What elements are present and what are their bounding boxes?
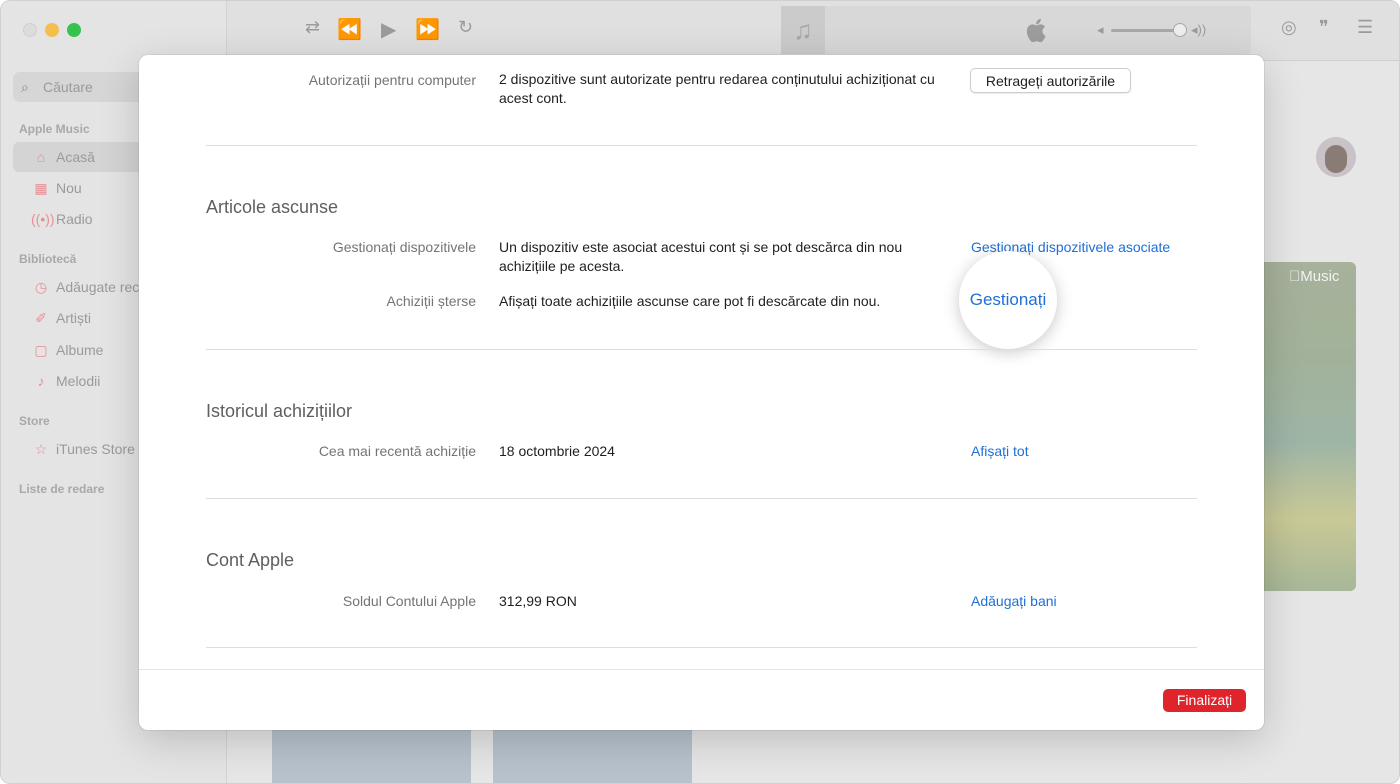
close-window-button[interactable] xyxy=(23,23,37,37)
account-info-dialog: Autorizații pentru computer 2 dispozitiv… xyxy=(139,55,1264,730)
sidebar-item-label: Acasă xyxy=(56,149,95,165)
apple-music-promo-card[interactable]: Music xyxy=(1263,262,1356,591)
sidebar-item-label: Artiști xyxy=(56,310,91,326)
play-icon[interactable]: ▶ xyxy=(381,17,396,42)
deleted-purchases-value: Afișați toate achizițiile ascunse care p… xyxy=(499,293,881,309)
deauthorize-all-button[interactable]: Retrageți autorizările xyxy=(970,68,1131,93)
recent-purchase-value: 18 octombrie 2024 xyxy=(499,443,615,459)
avatar-face xyxy=(1325,145,1347,173)
section-apple-music: Apple Music xyxy=(19,122,90,136)
queue-list-icon[interactable]: ☰ xyxy=(1357,17,1373,38)
recent-purchase-label: Cea mai recentă achiziție xyxy=(318,443,476,459)
next-track-icon[interactable]: ⏩ xyxy=(415,17,440,42)
volume-low-icon: ◂ xyxy=(1097,22,1104,37)
toolbar: ⇄ ⏪ ▶ ⏩ ↻ ♫ ◂ ◂)) ◎ ❞ ☰ xyxy=(227,1,1399,61)
airplay-icon[interactable]: ◎ xyxy=(1281,17,1297,38)
sidebar-item-label: Radio xyxy=(56,211,93,227)
hidden-items-heading: Articole ascunse xyxy=(206,197,339,217)
footer-divider xyxy=(139,669,1264,670)
radio-waves-icon: ((•)) xyxy=(31,211,55,227)
sidebar-item-label: Melodii xyxy=(56,373,101,389)
apple-logo-icon xyxy=(1026,18,1046,43)
grid-icon: ▦ xyxy=(34,180,48,196)
manage-hidden-purchases-magnifier[interactable]: Gestionați xyxy=(959,251,1057,349)
star-icon: ☆ xyxy=(34,441,48,457)
divider xyxy=(206,145,1197,146)
search-icon: ⌕ xyxy=(21,79,29,95)
done-button[interactable]: Finalizați xyxy=(1163,689,1246,712)
sidebar-item-label: iTunes Store xyxy=(56,441,135,457)
app-window: ⌕ Căutare Apple Music ⌂ Acasă ▦ Nou ((•)… xyxy=(0,0,1400,784)
house-icon: ⌂ xyxy=(36,149,46,165)
deleted-purchases-label: Achiziții șterse xyxy=(386,293,476,309)
sidebar-item-label: Nou xyxy=(56,180,82,196)
manage-hidden-purchases-link[interactable]: Gestionați xyxy=(959,251,1057,349)
section-playlists: Liste de redare xyxy=(19,482,105,496)
lyrics-icon[interactable]: ❞ xyxy=(1319,17,1329,38)
album-icon: ▢ xyxy=(34,342,48,358)
previous-track-icon[interactable]: ⏪ xyxy=(337,17,362,42)
add-funds-link[interactable]: Adăugați bani xyxy=(971,593,1057,609)
manage-devices-value: Un dispozitiv este asociat acestui cont … xyxy=(499,239,903,274)
music-note-icon: ♫ xyxy=(781,6,825,54)
manage-devices-label: Gestionați dispozitivele xyxy=(332,239,476,255)
microphone-icon: ✐ xyxy=(35,310,47,326)
authorizations-value: 2 dispozitive sunt autorizate pentru red… xyxy=(499,71,935,106)
album-thumbnail[interactable] xyxy=(493,729,692,783)
account-balance-value: 312,99 RON xyxy=(499,593,577,609)
clock-icon: ◷ xyxy=(34,279,48,295)
repeat-icon[interactable]: ↻ xyxy=(458,17,473,38)
volume-slider[interactable] xyxy=(1111,23,1187,37)
see-all-purchases-link[interactable]: Afișați tot xyxy=(971,443,1029,459)
sidebar-item-label: Albume xyxy=(56,342,104,358)
divider xyxy=(206,498,1197,499)
authorizations-label: Autorizații pentru computer xyxy=(308,72,476,88)
section-store: Store xyxy=(19,414,50,428)
volume-high-icon: ◂)) xyxy=(1191,22,1207,37)
apple-music-brand: Music xyxy=(1289,268,1339,285)
zoom-window-button[interactable] xyxy=(67,23,81,37)
account-balance-label: Soldul Contului Apple xyxy=(342,593,476,609)
account-avatar[interactable] xyxy=(1316,137,1356,177)
divider xyxy=(206,349,1197,350)
apple-account-heading: Cont Apple xyxy=(206,550,295,570)
purchase-history-heading: Istoricul achizițiilor xyxy=(206,401,353,421)
minimize-window-button[interactable] xyxy=(45,23,59,37)
divider xyxy=(206,647,1197,648)
album-thumbnail[interactable] xyxy=(272,729,471,783)
section-library: Bibliotecă xyxy=(19,252,77,266)
search-placeholder: Căutare xyxy=(43,79,93,95)
music-note-icon: ♪ xyxy=(37,373,45,389)
shuffle-icon[interactable]: ⇄ xyxy=(305,17,320,38)
volume-slider-knob[interactable] xyxy=(1173,23,1187,37)
